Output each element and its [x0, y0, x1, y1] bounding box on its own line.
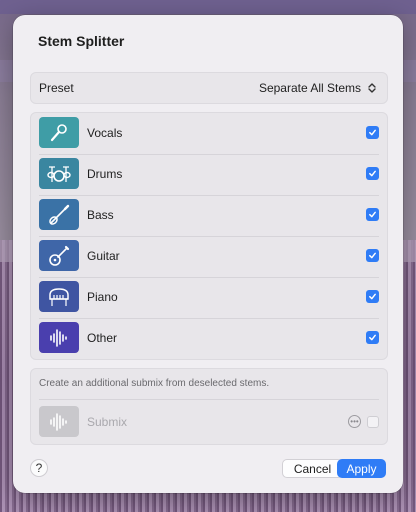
submix-hint: Create an additional submix from deselec… — [39, 378, 270, 389]
updown-chevron-icon[interactable] — [366, 82, 378, 94]
checkmark-icon — [369, 211, 376, 218]
checkmark-icon — [369, 170, 376, 177]
divider — [39, 399, 379, 400]
checkmark-icon — [369, 129, 376, 136]
checkmark-icon — [369, 252, 376, 259]
cancel-button[interactable]: Cancel — [282, 459, 343, 478]
microphone-icon — [39, 117, 79, 148]
stem-checkbox-guitar[interactable] — [366, 249, 379, 262]
stem-checkbox-bass[interactable] — [366, 208, 379, 221]
submix-label: Submix — [87, 415, 128, 429]
checkmark-icon — [369, 334, 376, 341]
stems-list: Vocals Drums Bass Guitar Piano Other — [30, 112, 388, 360]
waveform-icon — [39, 322, 79, 353]
stem-checkbox-other[interactable] — [366, 331, 379, 344]
more-options-icon[interactable]: ••• — [348, 415, 361, 428]
submix-checkbox[interactable] — [367, 416, 379, 428]
stem-label: Guitar — [87, 249, 120, 263]
stem-label: Other — [87, 331, 118, 345]
stem-row-guitar[interactable]: Guitar — [31, 236, 387, 277]
stem-label: Piano — [87, 290, 118, 304]
help-button[interactable]: ? — [30, 459, 48, 477]
stem-checkbox-vocals[interactable] — [366, 126, 379, 139]
stem-label: Vocals — [87, 126, 123, 140]
stem-checkbox-drums[interactable] — [366, 167, 379, 180]
drum-kit-icon — [39, 158, 79, 189]
stem-row-piano[interactable]: Piano — [31, 277, 387, 318]
background-header — [0, 0, 416, 14]
stem-splitter-dialog: Stem Splitter Preset Separate All Stems … — [13, 15, 403, 493]
stem-row-bass[interactable]: Bass — [31, 195, 387, 236]
checkmark-icon — [369, 293, 376, 300]
preset-label: Preset — [39, 81, 74, 95]
bass-guitar-icon — [39, 199, 79, 230]
stem-row-drums[interactable]: Drums — [31, 154, 387, 195]
stem-label: Drums — [87, 167, 123, 181]
stem-checkbox-piano[interactable] — [366, 290, 379, 303]
piano-icon — [39, 281, 79, 312]
stem-row-other[interactable]: Other — [31, 318, 387, 359]
dialog-title: Stem Splitter — [38, 33, 125, 49]
preset-row: Preset Separate All Stems — [30, 72, 388, 104]
guitar-icon — [39, 240, 79, 271]
apply-button[interactable]: Apply — [337, 459, 386, 478]
stem-label: Bass — [87, 208, 114, 222]
preset-select[interactable]: Separate All Stems — [259, 81, 361, 95]
stem-row-vocals[interactable]: Vocals — [31, 113, 387, 154]
submix-section: Create an additional submix from deselec… — [30, 368, 388, 445]
waveform-icon — [39, 406, 79, 437]
